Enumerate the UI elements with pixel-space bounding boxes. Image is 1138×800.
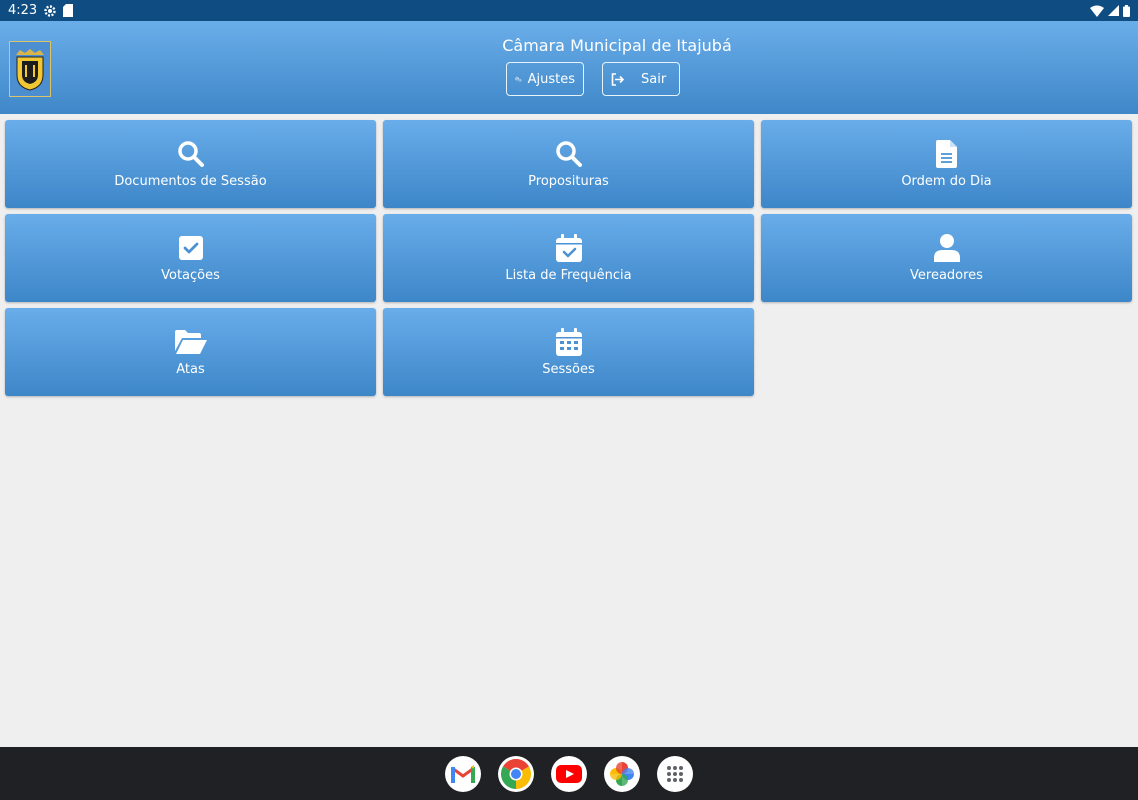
youtube-icon xyxy=(556,764,582,783)
logout-button-label: Sair xyxy=(641,71,667,87)
sign-out-icon xyxy=(611,72,625,86)
page-title: Câmara Municipal de Itajubá xyxy=(502,36,732,55)
settings-gear-icon xyxy=(44,4,56,17)
tile-ordem-do-dia[interactable]: Ordem do Dia xyxy=(761,120,1132,208)
logout-button[interactable]: Sair xyxy=(602,62,680,96)
user-icon xyxy=(933,233,960,262)
clock: 4:23 xyxy=(8,3,38,18)
tile-atas[interactable]: Atas xyxy=(5,308,376,396)
tile-sessoes[interactable]: Sessões xyxy=(383,308,754,396)
wifi-icon xyxy=(1090,5,1104,17)
search-icon xyxy=(177,140,204,167)
tile-label: Sessões xyxy=(542,361,595,377)
coat-of-arms-logo xyxy=(9,41,51,97)
settings-button[interactable]: Ajustes xyxy=(506,62,584,96)
battery-icon xyxy=(1123,4,1130,17)
chrome-icon xyxy=(501,758,531,789)
tile-vereadores[interactable]: Vereadores xyxy=(761,214,1132,302)
gmail-app[interactable] xyxy=(445,755,481,792)
tile-label: Proposituras xyxy=(528,173,609,189)
status-bar: 4:23 xyxy=(0,0,1138,21)
photos-icon xyxy=(610,761,634,786)
checkbox-icon xyxy=(178,235,203,260)
chrome-app[interactable] xyxy=(498,755,534,792)
tile-label: Votações xyxy=(161,267,220,283)
taskbar xyxy=(0,747,1138,800)
tile-lista-de-frequencia[interactable]: Lista de Frequência xyxy=(383,214,754,302)
gears-icon xyxy=(515,76,522,82)
gmail-icon xyxy=(451,764,475,783)
tile-documentos-de-sessao[interactable]: Documentos de Sessão xyxy=(5,120,376,208)
tile-label: Atas xyxy=(176,361,205,377)
tile-label: Ordem do Dia xyxy=(901,173,992,189)
app-drawer-icon xyxy=(667,765,683,782)
tile-proposituras[interactable]: Proposituras xyxy=(383,120,754,208)
app-header: Câmara Municipal de Itajubá Ajustes Sair xyxy=(0,21,1138,114)
tile-votacoes[interactable]: Votações xyxy=(5,214,376,302)
tile-label: Lista de Frequência xyxy=(505,267,632,283)
search-icon xyxy=(555,140,582,167)
folder-open-icon xyxy=(174,329,207,354)
sd-card-icon xyxy=(63,4,74,17)
calendar-icon xyxy=(555,327,582,356)
settings-button-label: Ajustes xyxy=(527,71,575,87)
document-icon xyxy=(935,139,957,168)
youtube-app[interactable] xyxy=(551,755,587,792)
menu-grid: Documentos de Sessão Proposituras Ordem … xyxy=(5,120,1132,396)
tile-label: Vereadores xyxy=(910,267,983,283)
app-drawer-button[interactable] xyxy=(657,755,693,792)
photos-app[interactable] xyxy=(604,755,640,792)
tile-label: Documentos de Sessão xyxy=(114,173,267,189)
signal-icon xyxy=(1108,5,1119,16)
calendar-check-icon xyxy=(555,233,582,262)
